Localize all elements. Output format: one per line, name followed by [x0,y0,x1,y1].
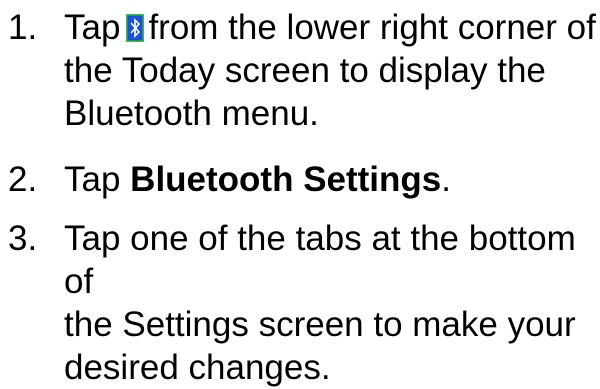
step-line: Bluetooth menu. [64,94,319,133]
step-text-segment: from the lower right corner of [148,8,596,47]
step-line: the Settings screen to make your [64,305,576,344]
step-text-segment: Tap [64,160,121,199]
step-text: Tap Bluetooth Settings. [64,158,596,201]
step-line: the Today screen to display the [64,51,546,90]
step-text-segment: Tap [64,8,121,47]
step-2: 2. Tap Bluetooth Settings. [0,158,600,203]
step-1: 1. Tap from the lower right corner of the… [0,6,600,141]
step-text: Tap from the lower right corner of the To… [64,6,596,135]
bluetooth-settings-label: Bluetooth Settings [130,160,442,199]
step-3: 3. Tap one of the tabs at the bottom of … [0,217,600,387]
step-text-segment: . [441,160,451,199]
step-line: Tap one of the tabs at the bottom of [64,219,576,301]
bluetooth-icon [126,14,145,42]
step-line: desired changes. [64,348,331,387]
step-number: 3. [8,219,38,258]
step-text: Tap one of the tabs at the bottom of the… [64,217,596,389]
step-number: 1. [8,8,38,47]
step-number: 2. [8,160,38,199]
step-line: Tap from the lower right corner of [64,6,596,49]
